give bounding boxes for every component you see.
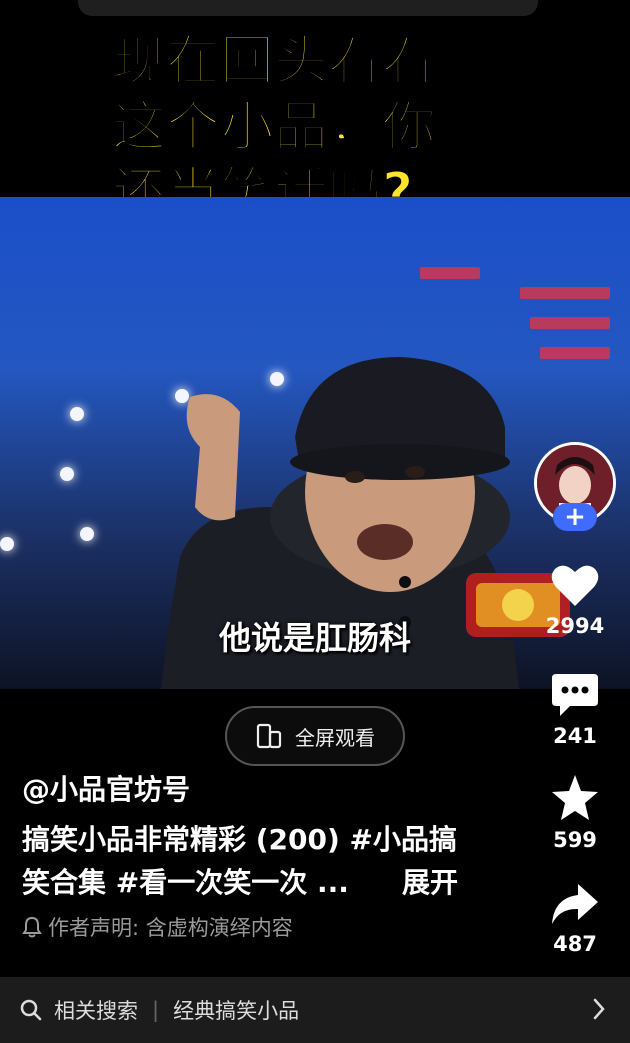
related-search-query: 经典搞笑小品 — [173, 999, 300, 1023]
search-icon — [20, 999, 42, 1021]
stage-light — [60, 467, 74, 481]
disclaimer-text: 作者声明: 含虚构演绎内容 — [48, 916, 293, 940]
chevron-right-icon — [593, 998, 605, 1020]
related-search-bar[interactable]: 相关搜索 | 经典搞笑小品 — [0, 977, 630, 1043]
stage-decoration — [540, 347, 610, 359]
comment-count: 241 — [553, 724, 597, 748]
divider: | — [152, 998, 160, 1022]
related-search-label: 相关搜索 — [54, 999, 138, 1023]
share-button[interactable]: 487 — [530, 882, 620, 956]
stage-light — [0, 537, 14, 551]
fullscreen-icon — [256, 723, 282, 749]
description-text: 搞笑小品非常精彩 (200) #小品搞笑合集 #看一次笑一次 ... — [22, 823, 457, 899]
favorite-count: 599 — [553, 828, 597, 852]
fullscreen-button[interactable]: 全屏观看 — [225, 706, 405, 766]
author-disclaimer: 作者声明: 含虚构演绎内容 — [22, 912, 293, 942]
comment-icon — [552, 674, 598, 716]
plus-icon: + — [564, 502, 586, 532]
post-description: 搞笑小品非常精彩 (200) #小品搞笑合集 #看一次笑一次 ... 展开 — [22, 818, 462, 904]
share-count: 487 — [553, 932, 597, 956]
bell-icon — [22, 916, 42, 938]
fullscreen-label: 全屏观看 — [295, 725, 375, 750]
stage-light — [80, 527, 94, 541]
stage-decoration — [420, 267, 480, 279]
expand-button[interactable]: 展开 — [402, 861, 458, 904]
comment-button[interactable]: 241 — [530, 672, 620, 748]
follow-button[interactable]: + — [553, 502, 597, 532]
author-name[interactable]: @小品官坊号 — [22, 768, 190, 808]
heart-icon — [551, 565, 599, 606]
stage-decoration — [520, 287, 610, 299]
like-button[interactable]: 2994 — [530, 562, 620, 638]
favorite-button[interactable]: 599 — [530, 774, 620, 852]
stage-light — [70, 407, 84, 421]
stage-decoration — [530, 317, 610, 329]
like-count: 2994 — [545, 614, 605, 638]
share-arrow-icon — [552, 884, 598, 924]
top-drag-handle — [78, 0, 538, 16]
star-icon — [552, 775, 598, 820]
